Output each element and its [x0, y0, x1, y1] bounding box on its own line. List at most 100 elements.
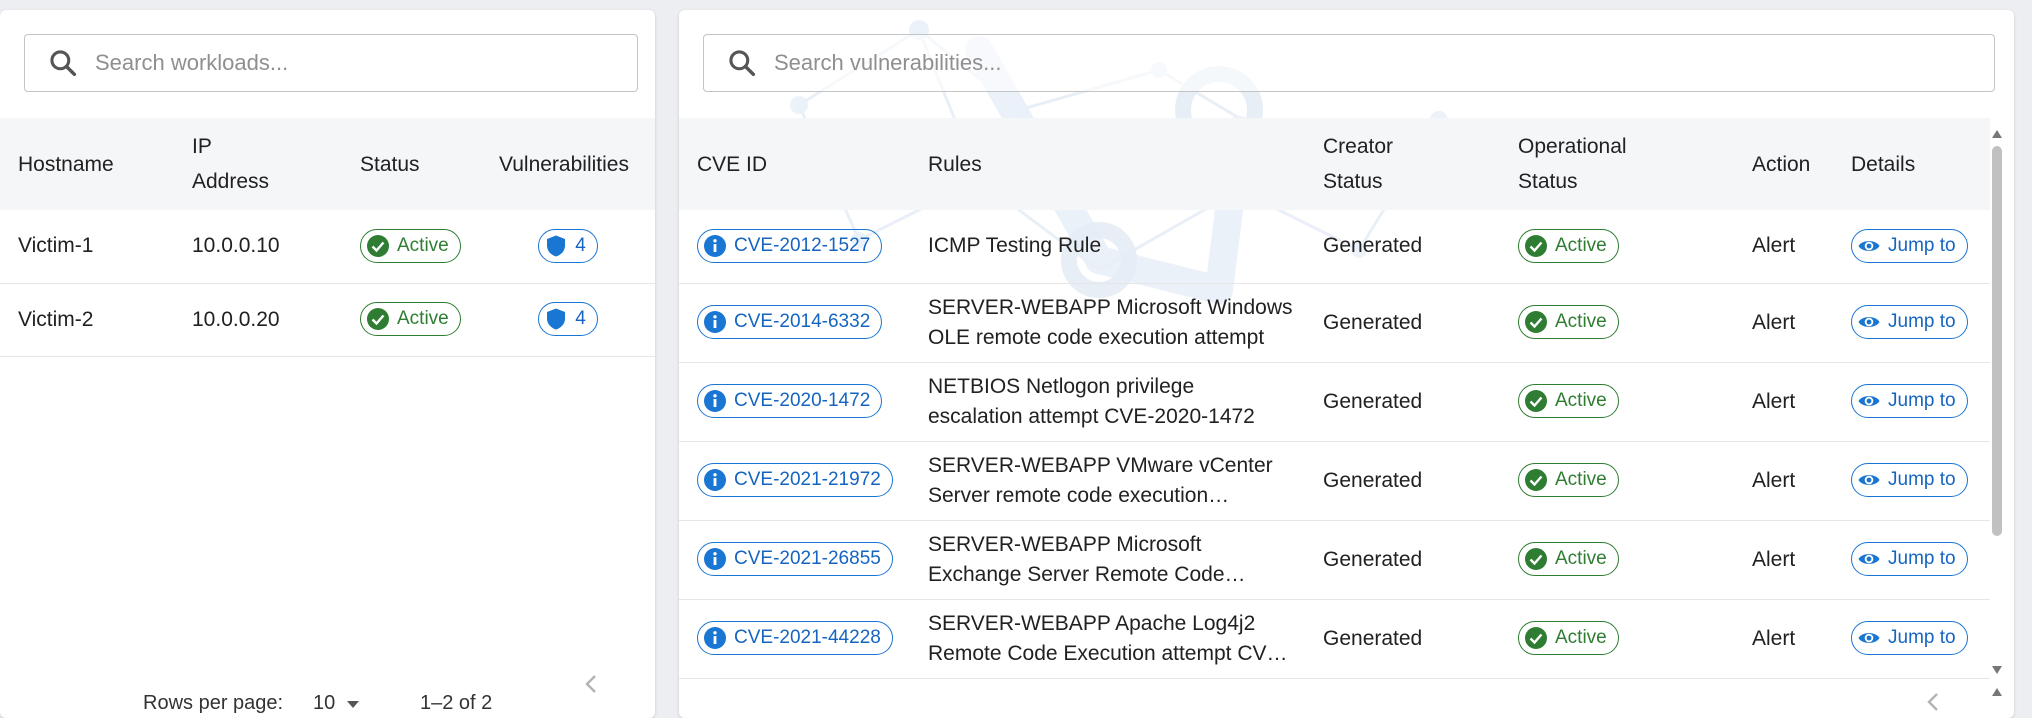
cve-id-cell: CVE-2021-21972	[679, 441, 911, 521]
operational-status-badge-label: Active	[1555, 548, 1607, 569]
column-header-vulnerabilities[interactable]: Vulnerabilities	[484, 118, 655, 210]
operational-status-badge[interactable]: Active	[1518, 305, 1619, 339]
creator-status-cell: Generated	[1307, 520, 1502, 600]
scrollbar-thumb	[1992, 146, 2002, 536]
jump-to-button-label: Jump to	[1888, 234, 1956, 256]
status-badge[interactable]: Active	[360, 302, 461, 336]
rules-cell: SERVER-WEBAPP Microsoft Exchange Server R…	[911, 520, 1307, 600]
operational-status-badge[interactable]: Active	[1518, 384, 1619, 418]
rule-text-line: NETBIOS Netlogon privilege	[928, 374, 1195, 398]
operational-status-badge[interactable]: Active	[1518, 463, 1619, 497]
vulnerability-count-badge[interactable]: 4	[538, 228, 598, 263]
info-icon	[704, 311, 726, 333]
action-cell: Alert	[1736, 362, 1835, 442]
cve-id-link-label: CVE-2021-21972	[734, 469, 881, 490]
column-header-creator-status[interactable]: Creator Status	[1307, 118, 1502, 210]
operational-status-cell: Active	[1502, 599, 1736, 679]
column-header-details[interactable]: Details	[1835, 118, 1990, 210]
chevron-left-icon[interactable]	[582, 672, 602, 696]
action-cell: Alert	[1736, 441, 1835, 521]
info-icon	[704, 548, 726, 570]
operational-status-badge[interactable]: Active	[1518, 542, 1619, 576]
table-row[interactable]: CVE-2021-21972 SERVER-WEBAPP VMware vCent…	[679, 441, 1990, 521]
status-badge[interactable]: Active	[360, 228, 461, 263]
table-row[interactable]: CVE-2012-1527 ICMP Testing Rule Generated A…	[679, 210, 1990, 284]
table-header-row: Hostname IP Address Status Vulnerabilitie…	[0, 118, 655, 210]
cve-id-link[interactable]: CVE-2021-21972	[697, 463, 893, 497]
cve-id-link-label: CVE-2021-26855	[734, 548, 881, 569]
jump-to-button-label: Jump to	[1888, 469, 1956, 490]
column-header-hostname[interactable]: Hostname	[0, 118, 174, 210]
table-row[interactable]: CVE-2020-1472 NETBIOS Netlogon privilege e…	[679, 362, 1990, 442]
table-header-row: CVE ID Rules Creator Status Operational St…	[679, 118, 1990, 210]
workload-search[interactable]	[24, 34, 638, 92]
creator-status-cell: Generated	[1307, 599, 1502, 679]
caret-down-icon	[347, 700, 360, 708]
operational-status-cell: Active	[1502, 283, 1736, 363]
details-cell: Jump to	[1835, 441, 1990, 521]
operational-status-badge[interactable]: Active	[1518, 228, 1619, 263]
jump-to-button[interactable]: Jump to	[1851, 542, 1968, 576]
vulnerability-count-badge[interactable]: 4	[538, 302, 598, 336]
cve-id-link[interactable]: CVE-2021-26855	[697, 542, 893, 576]
rules-cell: NETBIOS Netlogon privilege escalation att…	[911, 362, 1307, 442]
operational-status-badge[interactable]: Active	[1518, 621, 1619, 655]
rule-text-line: SERVER-WEBAPP Microsoft	[928, 532, 1202, 556]
operational-status-cell: Active	[1502, 520, 1736, 600]
eye-icon	[1858, 554, 1880, 564]
ip-address-cell: 10.0.0.20	[174, 283, 345, 357]
vulnerability-search[interactable]	[703, 34, 1995, 92]
cve-id-link[interactable]: CVE-2021-44228	[697, 621, 893, 655]
table-row[interactable]: CVE-2021-44228 SERVER-WEBAPP Apache Log4j…	[679, 599, 1990, 679]
action-cell: Alert	[1736, 283, 1835, 363]
info-icon	[704, 390, 726, 412]
table-row[interactable]: CVE-2021-26855 SERVER-WEBAPP Microsoft Exc…	[679, 520, 1990, 600]
details-cell: Jump to	[1835, 520, 1990, 600]
creator-status-cell: Generated	[1307, 283, 1502, 363]
creator-status-cell: Generated	[1307, 441, 1502, 521]
jump-to-button[interactable]: Jump to	[1851, 463, 1968, 497]
check-circle-icon	[1525, 390, 1547, 412]
jump-to-button[interactable]: Jump to	[1851, 384, 1968, 418]
search-icon	[729, 50, 756, 77]
search-vulnerabilities-input[interactable]	[772, 34, 1994, 92]
column-header-rules[interactable]: Rules	[911, 118, 1307, 210]
jump-to-button[interactable]: Jump to	[1851, 621, 1968, 655]
jump-to-button-label: Jump to	[1888, 548, 1956, 569]
jump-to-button-label: Jump to	[1888, 311, 1956, 332]
rule-text-line: escalation attempt CVE-2020-1472	[928, 404, 1255, 428]
check-circle-icon	[1525, 311, 1547, 333]
column-header-action[interactable]: Action	[1736, 118, 1835, 210]
status-cell: Active	[345, 283, 484, 357]
vulnerabilities-cell: 4	[484, 210, 655, 284]
creator-status-cell: Generated	[1307, 362, 1502, 442]
table-row[interactable]: Victim-1 10.0.0.10 Active 4	[0, 210, 655, 284]
cve-id-link[interactable]: CVE-2020-1472	[697, 384, 883, 418]
shield-icon	[547, 308, 566, 330]
jump-to-button-label: Jump to	[1888, 627, 1956, 648]
table-row[interactable]: CVE-2014-6332 SERVER-WEBAPP Microsoft Win…	[679, 283, 1990, 363]
cve-id-link[interactable]: CVE-2012-1527	[697, 228, 883, 263]
cve-id-cell: CVE-2021-44228	[679, 599, 911, 679]
chevron-left-icon[interactable]	[1924, 690, 1944, 714]
eye-icon	[1858, 240, 1880, 251]
eye-icon	[1858, 633, 1880, 643]
vulnerabilities-cell: 4	[484, 283, 655, 357]
column-header-operational-status[interactable]: Operational Status	[1502, 118, 1736, 210]
cve-id-cell: CVE-2021-26855	[679, 520, 911, 600]
column-header-status[interactable]: Status	[345, 118, 484, 210]
rows-per-page-select[interactable]: 10	[313, 692, 361, 715]
column-header-ip-address[interactable]: IP Address	[174, 118, 345, 210]
vertical-scrollbar[interactable]	[1990, 128, 2004, 718]
jump-to-button[interactable]: Jump to	[1851, 228, 1968, 263]
search-workloads-input[interactable]	[93, 34, 637, 92]
check-circle-icon	[1525, 234, 1547, 257]
hostname-cell: Victim-2	[0, 283, 174, 357]
cve-id-link[interactable]: CVE-2014-6332	[697, 305, 883, 339]
jump-to-button[interactable]: Jump to	[1851, 305, 1968, 339]
table-row[interactable]: Victim-2 10.0.0.20 Active 4	[0, 283, 655, 357]
column-header-cve-id[interactable]: CVE ID	[679, 118, 911, 210]
check-circle-icon	[1525, 548, 1547, 570]
vulnerability-count-badge-label: 4	[575, 308, 586, 329]
rules-cell: SERVER-WEBAPP Microsoft Windows OLE remot…	[911, 283, 1307, 363]
